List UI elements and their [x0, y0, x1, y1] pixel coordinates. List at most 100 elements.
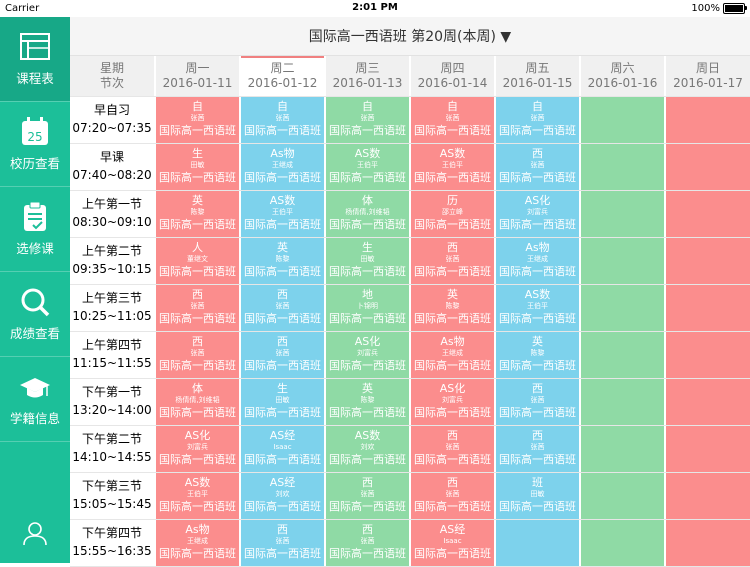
- empty-cell[interactable]: [666, 332, 750, 378]
- course-cell[interactable]: AS经 刘欢 国际高一西语班: [241, 473, 324, 519]
- course-cell[interactable]: AS数 王伯平 国际高一西语班: [411, 144, 494, 190]
- sidebar-item-label: 校历查看: [9, 156, 60, 171]
- course-cell[interactable]: 西张茜 国际高一西语班: [241, 520, 324, 566]
- course-cell[interactable]: 自张茜 国际高一西语班: [326, 97, 409, 143]
- course-cell[interactable]: AS数 王伯平 国际高一西语班: [496, 285, 579, 331]
- empty-cell[interactable]: [581, 332, 664, 378]
- course-cell[interactable]: AS化 刘富兵 国际高一西语班: [326, 332, 409, 378]
- course-cell[interactable]: 自张茜 国际高一西语班: [411, 97, 494, 143]
- course-cell[interactable]: 生田敏 国际高一西语班: [241, 379, 324, 425]
- course-subject: AS数: [524, 288, 551, 301]
- course-cell[interactable]: AS经 Isaac 国际高一西语班: [241, 426, 324, 472]
- course-teacher: 张茜: [445, 490, 460, 498]
- course-class: 国际高一西语班: [329, 218, 406, 231]
- empty-cell[interactable]: [581, 426, 664, 472]
- divider: [0, 441, 70, 442]
- course-teacher: 王伯平: [442, 161, 463, 169]
- empty-cell[interactable]: [581, 473, 664, 519]
- sidebar-item-electives[interactable]: 选修课: [0, 187, 70, 271]
- course-cell[interactable]: 西张茜 国际高一西语班: [411, 426, 494, 472]
- empty-cell[interactable]: [581, 144, 664, 190]
- course-subject: 班: [532, 476, 543, 489]
- period-time: 15:55~16:35: [72, 544, 152, 558]
- course-cell[interactable]: 体杨倩倩,刘维韬 国际高一西语班: [156, 379, 239, 425]
- course-cell[interactable]: 西张茜 国际高一西语班: [411, 473, 494, 519]
- course-cell[interactable]: 人董继文 国际高一西语班: [156, 238, 239, 284]
- empty-cell[interactable]: [581, 285, 664, 331]
- empty-cell[interactable]: [666, 238, 750, 284]
- empty-cell[interactable]: [581, 520, 664, 566]
- empty-cell[interactable]: [666, 144, 750, 190]
- course-cell[interactable]: 自张茜 国际高一西语班: [156, 97, 239, 143]
- empty-cell[interactable]: [666, 379, 750, 425]
- course-teacher: 张茜: [445, 114, 460, 122]
- course-cell[interactable]: AS数 王伯平 国际高一西语班: [156, 473, 239, 519]
- empty-cell[interactable]: [666, 426, 750, 472]
- course-cell[interactable]: 体杨倩倩,刘维韬 国际高一西语班: [326, 191, 409, 237]
- empty-cell[interactable]: [666, 285, 750, 331]
- course-cell[interactable]: AS化 刘富兵 国际高一西语班: [156, 426, 239, 472]
- course-cell[interactable]: As物 王继成 国际高一西语班: [156, 520, 239, 566]
- course-subject: AS数: [354, 147, 381, 160]
- sidebar-item-grades[interactable]: 成绩查看: [0, 272, 70, 356]
- course-cell[interactable]: AS经 Isaac 国际高一西语班: [411, 520, 494, 566]
- empty-cell[interactable]: [581, 238, 664, 284]
- course-cell[interactable]: 自张茜 国际高一西语班: [496, 97, 579, 143]
- day-date: 2016-01-15: [502, 76, 573, 90]
- empty-cell[interactable]: [666, 97, 750, 143]
- course-cell[interactable]: 西张茜 国际高一西语班: [496, 426, 579, 472]
- user-icon[interactable]: [22, 520, 48, 546]
- course-cell[interactable]: 历邵立峰 国际高一西语班: [411, 191, 494, 237]
- course-cell[interactable]: 西张茜 国际高一西语班: [326, 473, 409, 519]
- course-class: 国际高一西语班: [329, 265, 406, 278]
- empty-cell[interactable]: [666, 473, 750, 519]
- course-cell[interactable]: 自张茜 国际高一西语班: [241, 97, 324, 143]
- course-class: 国际高一西语班: [414, 218, 491, 231]
- course-cell[interactable]: 西张茜 国际高一西语班: [496, 144, 579, 190]
- empty-cell[interactable]: [581, 379, 664, 425]
- course-cell[interactable]: 班田敏 国际高一西语班: [496, 473, 579, 519]
- sidebar-item-calendar[interactable]: 25 校历查看: [0, 102, 70, 186]
- course-cell[interactable]: 生田敏 国际高一西语班: [326, 238, 409, 284]
- week-selector[interactable]: 国际高一西语班 第20周(本周) ▼: [70, 26, 750, 46]
- course-cell[interactable]: 西张茜 国际高一西语班: [496, 379, 579, 425]
- empty-cell[interactable]: [581, 191, 664, 237]
- sidebar-item-student-record[interactable]: 学籍信息: [0, 357, 70, 441]
- timetable-icon: [19, 30, 51, 64]
- empty-cell[interactable]: [581, 97, 664, 143]
- course-cell[interactable]: 西张茜 国际高一西语班: [411, 238, 494, 284]
- course-cell[interactable]: 英陈黎 国际高一西语班: [411, 285, 494, 331]
- course-class: 国际高一西语班: [329, 547, 406, 560]
- course-teacher: 刘富兵: [357, 349, 378, 357]
- course-cell[interactable]: 西张茜 国际高一西语班: [156, 332, 239, 378]
- course-cell[interactable]: As物 王继成 国际高一西语班: [496, 238, 579, 284]
- course-cell[interactable]: 英陈黎 国际高一西语班: [496, 332, 579, 378]
- empty-cell[interactable]: [496, 520, 579, 566]
- course-subject: AS经: [269, 429, 296, 442]
- course-class: 国际高一西语班: [499, 500, 576, 513]
- empty-cell[interactable]: [666, 520, 750, 566]
- sidebar-item-timetable[interactable]: 课程表: [0, 17, 70, 101]
- course-cell[interactable]: 西张茜 国际高一西语班: [241, 332, 324, 378]
- course-cell[interactable]: As物 王继成 国际高一西语班: [241, 144, 324, 190]
- empty-cell[interactable]: [666, 191, 750, 237]
- course-cell[interactable]: AS数 王伯平 国际高一西语班: [326, 144, 409, 190]
- course-cell[interactable]: 地卜锦明 国际高一西语班: [326, 285, 409, 331]
- course-cell[interactable]: AS数 刘欢 国际高一西语班: [326, 426, 409, 472]
- course-cell[interactable]: 英陈黎 国际高一西语班: [241, 238, 324, 284]
- course-cell[interactable]: AS化 刘富兵 国际高一西语班: [496, 191, 579, 237]
- course-cell[interactable]: AS化 刘富兵 国际高一西语班: [411, 379, 494, 425]
- course-cell[interactable]: AS数 王伯平 国际高一西语班: [241, 191, 324, 237]
- course-cell[interactable]: 生田敏 国际高一西语班: [156, 144, 239, 190]
- course-cell[interactable]: 西张茜 国际高一西语班: [241, 285, 324, 331]
- period-time: 09:35~10:15: [72, 262, 152, 276]
- day-date: 2016-01-17: [673, 76, 743, 90]
- course-cell[interactable]: 英陈黎 国际高一西语班: [156, 191, 239, 237]
- course-subject: 自: [192, 100, 203, 113]
- course-subject: 自: [447, 100, 458, 113]
- course-teacher: 邵立峰: [442, 208, 463, 216]
- course-cell[interactable]: 英陈黎 国际高一西语班: [326, 379, 409, 425]
- course-cell[interactable]: 西张茜 国际高一西语班: [156, 285, 239, 331]
- course-cell[interactable]: 西张茜 国际高一西语班: [326, 520, 409, 566]
- course-cell[interactable]: As物 王继成 国际高一西语班: [411, 332, 494, 378]
